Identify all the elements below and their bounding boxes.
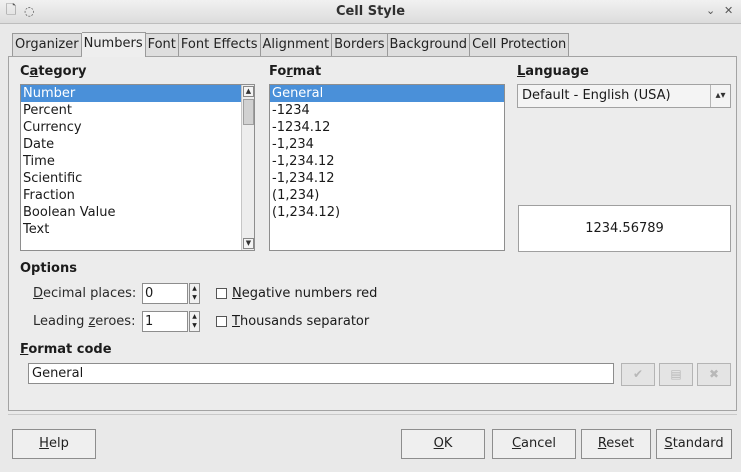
- tab-alignment[interactable]: Alignment: [260, 33, 333, 57]
- category-heading: Category: [20, 64, 87, 79]
- title-bar: 🗋 ◌ Cell Style ⌄ ✕: [0, 0, 741, 24]
- list-item[interactable]: -1234: [270, 102, 504, 119]
- delete-icon[interactable]: ✖: [697, 363, 731, 386]
- tab-cell-protection[interactable]: Cell Protection: [470, 33, 570, 57]
- category-listbox[interactable]: Number Percent Currency Date Time Scient…: [20, 84, 255, 251]
- format-code-heading: Format code: [20, 342, 112, 357]
- language-select[interactable]: Default - English (USA) ▴▾: [517, 84, 731, 108]
- thousands-separator-label: Thousands separator: [232, 314, 370, 329]
- tab-borders[interactable]: Borders: [332, 33, 388, 57]
- language-heading: Language: [517, 64, 589, 79]
- decimal-places-label: Decimal places:: [33, 286, 137, 301]
- list-item[interactable]: Boolean Value: [21, 204, 254, 221]
- tab-organizer[interactable]: Organizer: [12, 33, 82, 57]
- list-item[interactable]: General: [270, 85, 504, 102]
- decimal-places-field[interactable]: 0: [142, 283, 188, 304]
- separator: [8, 414, 737, 415]
- list-item[interactable]: Date: [21, 136, 254, 153]
- list-item[interactable]: (1,234): [270, 187, 504, 204]
- standard-button[interactable]: Standard: [656, 429, 732, 459]
- checkmark-icon[interactable]: ✔: [621, 363, 655, 386]
- list-item[interactable]: Currency: [21, 119, 254, 136]
- decimal-places-spinner[interactable]: 0 ▲ ▼: [142, 283, 200, 304]
- format-code-input[interactable]: General: [28, 363, 614, 384]
- list-item[interactable]: -1234.12: [270, 119, 504, 136]
- scroll-thumb[interactable]: [243, 99, 254, 125]
- spin-arrows-icon[interactable]: ▲ ▼: [189, 283, 200, 304]
- thousands-separator-checkbox[interactable]: Thousands separator: [216, 314, 369, 329]
- scroll-up-arrow-icon[interactable]: ▲: [243, 86, 254, 97]
- help-button[interactable]: Help: [12, 429, 96, 459]
- tab-numbers[interactable]: Numbers: [81, 32, 146, 57]
- checkbox-box[interactable]: [216, 316, 227, 327]
- minimize-icon[interactable]: ⌄: [706, 3, 715, 19]
- list-item[interactable]: Scientific: [21, 170, 254, 187]
- category-scrollbar[interactable]: ▲ ▼: [241, 85, 254, 250]
- format-listbox[interactable]: General -1234 -1234.12 -1,234 -1,234.12 …: [269, 84, 505, 251]
- leading-zeroes-label: Leading zeroes:: [33, 314, 136, 329]
- list-item[interactable]: -1,234.12: [270, 153, 504, 170]
- leading-zeroes-field[interactable]: 1: [142, 311, 188, 332]
- list-item[interactable]: Number: [21, 85, 254, 102]
- spin-arrows-icon[interactable]: ▲ ▼: [189, 311, 200, 332]
- checkbox-box[interactable]: [216, 288, 227, 299]
- list-item[interactable]: Fraction: [21, 187, 254, 204]
- list-item[interactable]: -1,234: [270, 136, 504, 153]
- close-icon[interactable]: ✕: [724, 3, 733, 19]
- list-item[interactable]: (1,234.12): [270, 204, 504, 221]
- format-heading: Format: [269, 64, 322, 79]
- reset-button[interactable]: Reset: [581, 429, 651, 459]
- options-heading: Options: [20, 261, 77, 276]
- ok-button[interactable]: OK: [401, 429, 485, 459]
- updown-arrows-icon[interactable]: ▴▾: [710, 85, 730, 107]
- negative-red-checkbox[interactable]: Negative numbers red: [216, 286, 377, 301]
- tab-bar: Organizer Numbers Font Font Effects Alig…: [12, 32, 570, 57]
- list-item[interactable]: Time: [21, 153, 254, 170]
- scroll-down-arrow-icon[interactable]: ▼: [243, 238, 254, 249]
- tab-background[interactable]: Background: [387, 33, 471, 57]
- comment-icon[interactable]: ▤: [659, 363, 693, 386]
- list-item[interactable]: -1,234.12: [270, 170, 504, 187]
- cancel-button[interactable]: Cancel: [492, 429, 576, 459]
- negative-red-label: Negative numbers red: [232, 286, 378, 301]
- leading-zeroes-spinner[interactable]: 1 ▲ ▼: [142, 311, 200, 332]
- tab-font-effects[interactable]: Font Effects: [178, 33, 261, 57]
- list-item[interactable]: Percent: [21, 102, 254, 119]
- format-preview: 1234.56789: [518, 205, 731, 252]
- list-item[interactable]: Text: [21, 221, 254, 238]
- window-title: Cell Style: [335, 4, 406, 19]
- language-value: Default - English (USA): [522, 88, 671, 103]
- tab-font[interactable]: Font: [145, 33, 179, 57]
